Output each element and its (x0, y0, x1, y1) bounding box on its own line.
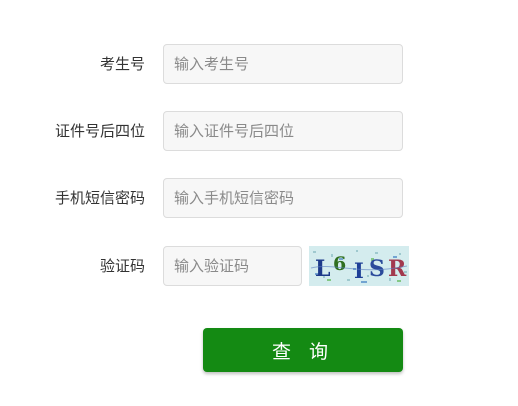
sms-password-input[interactable] (163, 178, 403, 218)
exam-number-label: 考生号 (99, 55, 145, 73)
query-button[interactable]: 查 询 (203, 328, 403, 372)
captcha-char-i: I (354, 258, 364, 283)
id-last-four-label: 证件号后四位 (54, 122, 145, 140)
captcha-char-6: 6 (333, 253, 346, 275)
query-form: 考生号 证件号后四位 手机短信密码 验证码 (0, 0, 518, 406)
id-last-four-input[interactable] (163, 111, 403, 151)
sms-password-label: 手机短信密码 (54, 189, 145, 207)
captcha-image[interactable]: L 6 I S R (309, 246, 409, 286)
captcha-input[interactable] (163, 246, 302, 286)
exam-number-input[interactable] (163, 44, 403, 84)
captcha-char-l: L (315, 256, 330, 282)
captcha-label: 验证码 (99, 257, 145, 275)
